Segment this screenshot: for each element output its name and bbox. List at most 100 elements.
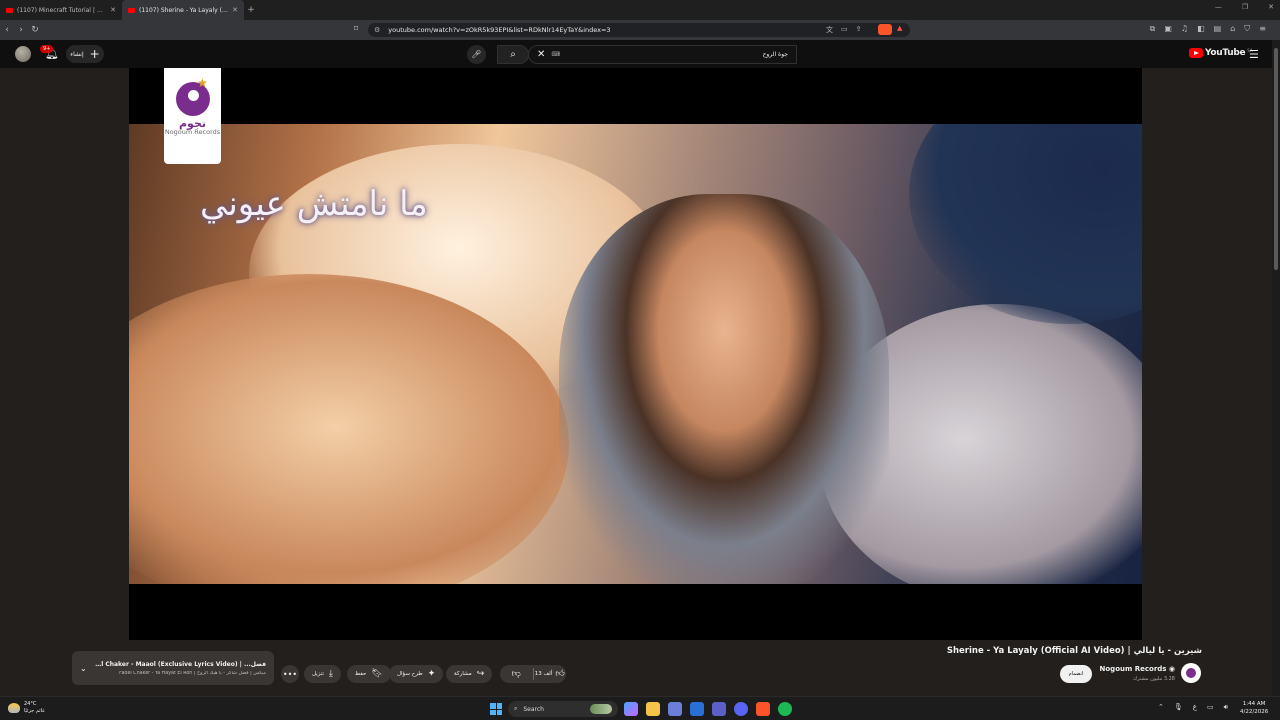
back-icon[interactable]: ‹ [0, 25, 14, 35]
tray-overflow-icon[interactable]: ⌃ [1158, 703, 1164, 712]
save-label: حفظ [355, 671, 367, 677]
share-arrow-icon: ↪ [476, 669, 485, 679]
partly-cloudy-icon [8, 702, 20, 713]
channel-logo-icon [1186, 668, 1196, 678]
sidebar-icon[interactable]: ◧ [1197, 24, 1205, 34]
window-controls: — ❐ ✕ [1215, 3, 1274, 11]
browser-tab-strip: (1107) Minecraft Tutorial | How to Bu ✕ … [0, 0, 1280, 20]
browser-tab-minecraft[interactable]: (1107) Minecraft Tutorial | How to Bu ✕ [0, 0, 122, 20]
translate-icon[interactable]: 文 [826, 25, 833, 35]
extension-icons: ⧉ ▣ ♫ ◧ ▤ ⌂ ⛉ ≡ [1150, 24, 1266, 34]
brave-browser-icon[interactable] [756, 702, 770, 716]
logo-english-text: Nogoum Records [164, 128, 221, 136]
wallet-icon[interactable]: ▣ [1164, 24, 1172, 34]
scrollbar-thumb[interactable] [1274, 48, 1278, 270]
mail-icon[interactable] [690, 702, 704, 716]
subscriber-count: 3.28 مليون مشترك [1133, 676, 1175, 682]
minimize-icon[interactable]: — [1215, 3, 1222, 11]
lyric-caption: ما نامتش عيوني [200, 184, 428, 224]
save-button[interactable]: حفظ 🔖︎ [347, 665, 391, 683]
language-indicator[interactable]: ع [1193, 703, 1197, 712]
create-button[interactable]: إنشاء + [66, 45, 104, 63]
bookmark-icon[interactable]: ⌑ [354, 24, 358, 33]
clear-search-icon[interactable]: ✕ [537, 49, 545, 60]
taskbar-search[interactable]: ⌕ Search [508, 701, 618, 717]
menu-icon[interactable]: ≡ [1259, 24, 1266, 34]
microphone-icon: 🎤︎ [471, 50, 482, 59]
network-icon[interactable]: ▭ [1207, 703, 1214, 712]
mini-player-text: فضل... | Fadel Chaker - Maaol (Exclusive… [95, 661, 266, 676]
channel-name[interactable]: ◉ Nogoum Records [1100, 665, 1175, 673]
cast-icon[interactable]: ▭ [841, 25, 848, 35]
volume-icon[interactable]: 🔊︎ [1224, 703, 1228, 712]
ask-label: طرح سؤال [397, 671, 423, 677]
search-input[interactable]: ✕ ⌨ جوة الروح [528, 45, 797, 64]
avatar[interactable] [15, 46, 31, 62]
youtube-play-icon [1189, 48, 1203, 58]
browser-tab-sherine[interactable]: (1107) Sherine - Ya Layaly (Of ✕ [122, 0, 244, 20]
music-icon[interactable]: ♫ [1181, 24, 1188, 34]
youtube-logo[interactable]: YouTube SA [1189, 48, 1253, 58]
thumbs-up-icon: 👍︎ [555, 669, 565, 679]
ask-button[interactable]: طرح سؤال ✦ [389, 665, 444, 683]
like-dislike-group: 👎︎ 13 ألف 👍︎ [500, 665, 566, 683]
store-icon[interactable] [668, 702, 682, 716]
windows-start-icon[interactable] [490, 703, 502, 715]
verified-icon: ◉ [1166, 665, 1175, 673]
guide-menu-icon[interactable]: ☰ [1249, 48, 1259, 61]
voice-search-button[interactable]: 🎤︎ [467, 45, 486, 64]
mic-tray-icon[interactable]: 🎙︎ [1174, 703, 1183, 712]
download-label: تنزيل [312, 671, 324, 677]
clock-date: 4/22/2026 [1240, 709, 1269, 716]
download-button[interactable]: تنزيل ⤓ [304, 665, 341, 683]
chevron-down-icon[interactable]: ⌄ [80, 664, 87, 673]
spotify-icon[interactable] [778, 702, 792, 716]
channel-avatar[interactable] [1181, 663, 1201, 683]
taskbar-search-label: Search [523, 705, 544, 713]
maximize-icon[interactable]: ❐ [1242, 3, 1248, 11]
extension-icon[interactable]: ⧉ [1150, 24, 1156, 34]
vpn-icon[interactable]: ⌂ [1230, 24, 1235, 34]
weather-widget[interactable]: 24°C غائم جزئيًا [8, 701, 45, 714]
brave-rewards-icon[interactable]: ▲ [897, 24, 902, 32]
close-tab-icon[interactable]: ✕ [232, 6, 238, 14]
teams-icon[interactable] [712, 702, 726, 716]
thumbs-down-icon: 👎︎ [511, 669, 521, 679]
mini-player-queue[interactable]: ⌄ فضل... | Fadel Chaker - Maaol (Exclusi… [72, 651, 274, 685]
star-icon: ★ [197, 76, 208, 90]
search-icon: ⌕ [510, 49, 516, 60]
shield-icon[interactable]: ⛉ [1244, 24, 1250, 34]
forward-icon[interactable]: › [14, 25, 28, 35]
download-icon: ⤓ [328, 669, 333, 679]
close-tab-icon[interactable]: ✕ [110, 6, 116, 14]
site-info-icon[interactable]: ⚙ [374, 26, 380, 34]
reload-icon[interactable]: ↻ [28, 25, 42, 35]
keyboard-icon[interactable]: ⌨ [551, 51, 560, 58]
brave-shields-icon[interactable] [878, 24, 892, 35]
mini-player-subtitle: ميكس | فضل شاكر - يا هيك الروح | Fadel C… [119, 670, 266, 676]
dislike-button[interactable]: 👎︎ [500, 665, 533, 683]
channel-name-text: Nogoum Records [1099, 665, 1167, 673]
more-actions-button[interactable]: ••• [281, 665, 299, 683]
join-button[interactable]: انضمام [1060, 665, 1092, 683]
copilot-icon[interactable] [624, 702, 638, 716]
clock-time: 1:44 AM [1242, 701, 1266, 707]
search-highlight-icon [590, 704, 612, 714]
wallet2-icon[interactable]: ▤ [1214, 24, 1222, 34]
search-button[interactable]: ⌕ [497, 45, 529, 64]
weather-desc: غائم جزئيًا [24, 707, 45, 714]
night-sky [909, 124, 1142, 324]
search-query: جوة الروح [762, 51, 788, 58]
like-button[interactable]: 13 ألف 👍︎ [534, 665, 567, 683]
system-clock[interactable]: 1:44 AM 4/22/2026 [1240, 700, 1268, 717]
share-icon[interactable]: ⇪ [856, 25, 862, 35]
file-explorer-icon[interactable] [646, 702, 660, 716]
close-window-icon[interactable]: ✕ [1268, 3, 1274, 11]
discord-icon[interactable] [734, 702, 748, 716]
address-bar-actions: 文 ▭ ⇪ [826, 25, 862, 35]
share-button[interactable]: مشاركة ↪ [446, 665, 493, 683]
sparkle-icon: ✦ [427, 669, 436, 679]
notification-badge: 9+ [40, 45, 54, 53]
like-count: 13 ألف [534, 671, 553, 677]
new-tab-button[interactable]: + [244, 5, 258, 15]
